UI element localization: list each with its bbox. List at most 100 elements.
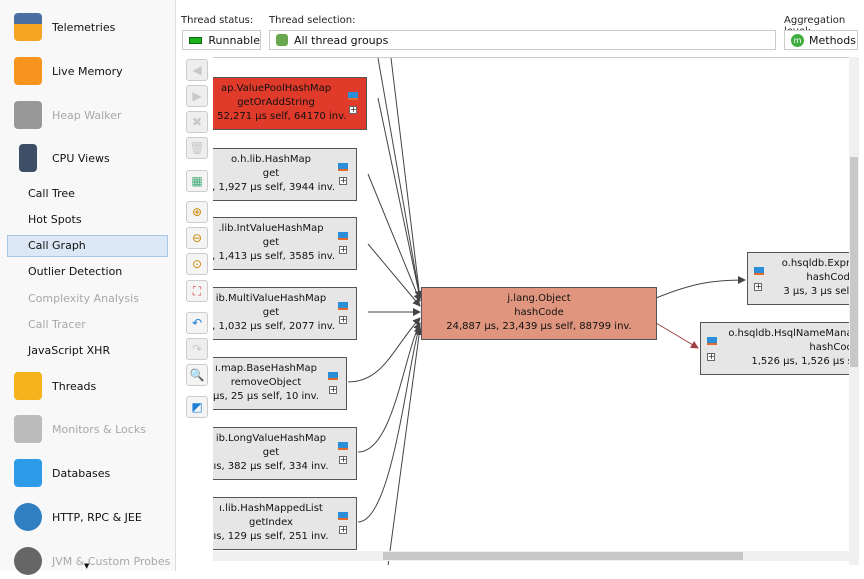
redo-icon[interactable]: ↷ — [186, 338, 208, 360]
graph-node[interactable]: j.lang.Object hashCode 24,887 µs, 23,439 µ… — [421, 287, 657, 340]
node-method: get — [262, 237, 280, 248]
sidebar-item-javascript-xhr[interactable]: JavaScript XHR — [7, 340, 168, 362]
navigate-node-icon[interactable] — [338, 232, 348, 240]
sidebar-item-databases[interactable]: Databases — [14, 455, 110, 491]
scroll-down-arrow-icon[interactable]: ▼ — [84, 562, 89, 570]
navigate-node-icon[interactable] — [338, 302, 348, 310]
sidebar-item-telemetries[interactable]: Telemetries — [14, 9, 115, 45]
graph-node[interactable]: o.h.lib.HashMap get s, 1,927 µs self, 3944… — [213, 148, 357, 201]
calculator-icon[interactable]: ▦ — [186, 170, 208, 192]
sidebar-item-live-memory[interactable]: Live Memory — [14, 53, 123, 89]
threads-spool-icon — [14, 372, 42, 400]
node-method: getIndex — [249, 517, 293, 528]
node-class: ib.MultiValueHashMap — [215, 293, 327, 304]
graph-node[interactable]: o.hsqldb.Expre hashCode 3 µs, 3 µs self, + — [747, 252, 849, 305]
call-graph-canvas[interactable]: ap.ValuePoolHashMap getOrAddString s, 52,2… — [213, 57, 849, 565]
navigate-node-icon[interactable] — [338, 163, 348, 171]
expand-node-icon[interactable]: + — [349, 106, 357, 114]
zoom-100-icon[interactable]: ⊙ — [186, 253, 208, 275]
sidebar-item-hot-spots[interactable]: Hot Spots — [7, 209, 168, 231]
database-icon — [14, 459, 42, 487]
node-stats: ıs, 129 µs self, 251 inv. — [213, 531, 329, 542]
telemetries-icon — [14, 13, 42, 41]
sidebar-item-monitors-locks[interactable]: Monitors & Locks — [14, 411, 146, 447]
graph-node[interactable]: o.hsqldb.HsqlNameManag hashCode 1,526 µs, … — [700, 322, 849, 375]
remove-node-icon[interactable]: ✖ — [186, 111, 208, 133]
live-memory-icon — [14, 57, 42, 85]
expand-node-icon[interactable]: + — [339, 316, 347, 324]
thread-groups-icon — [276, 34, 288, 46]
graph-node[interactable]: ap.ValuePoolHashMap getOrAddString s, 52,2… — [213, 77, 367, 130]
node-class: ib.LongValueHashMap — [215, 433, 327, 444]
vertical-scrollbar[interactable] — [849, 57, 859, 565]
graph-node[interactable]: ı.map.BaseHashMap removeObject µs, 25 µs s… — [213, 357, 347, 410]
sidebar-item-http-rpc-jee[interactable]: HTTP, RPC & JEE — [14, 499, 142, 535]
node-class: ap.ValuePoolHashMap — [220, 83, 332, 94]
sidebar-item-cpu-views[interactable]: CPU Views — [14, 140, 110, 176]
edge — [390, 58, 424, 299]
sidebar-item-jvm-custom-probes[interactable]: JVM & Custom Probes — [14, 543, 170, 579]
sidebar-item-heap-walker[interactable]: Heap Walker — [14, 97, 122, 133]
node-stats: 3 µs, 3 µs self, — [783, 286, 849, 297]
node-stats: s, 1,413 µs self, 3585 inv. — [213, 251, 336, 262]
navigate-node-icon[interactable] — [328, 372, 338, 380]
thread-status-dropdown[interactable]: Runnable — [182, 30, 261, 50]
expand-node-icon[interactable]: + — [339, 456, 347, 464]
expand-node-icon[interactable]: + — [329, 386, 337, 394]
node-class: o.hsqldb.Expre — [781, 258, 849, 269]
navigate-node-icon[interactable] — [707, 337, 717, 345]
find-icon[interactable]: 🔍 — [186, 364, 208, 386]
cpu-chip-icon — [19, 144, 37, 172]
node-stats: 24,887 µs, 23,439 µs self, 88799 inv. — [446, 321, 632, 332]
edge — [357, 322, 421, 453]
graph-node[interactable]: ib.LongValueHashMap get ıs, 382 µs self, 3… — [213, 427, 357, 480]
zoom-out-icon[interactable]: ⊖ — [186, 227, 208, 249]
expand-node-icon[interactable]: + — [339, 177, 347, 185]
fit-to-window-icon[interactable]: ⛶ — [186, 280, 208, 302]
edge — [655, 322, 699, 349]
sidebar-item-call-tracer[interactable]: Call Tracer — [7, 314, 168, 336]
navigate-node-icon[interactable] — [754, 267, 764, 275]
navigate-node-icon[interactable] — [348, 92, 358, 100]
node-stats: s, 52,271 µs self, 64170 inv. — [213, 111, 347, 122]
back-icon[interactable]: ◀ — [186, 59, 208, 81]
horizontal-scrollbar[interactable] — [213, 551, 849, 561]
node-method: hashCode — [809, 342, 849, 353]
thread-selection-value: All thread groups — [294, 33, 389, 47]
node-stats: ıs, 382 µs self, 334 inv. — [213, 461, 329, 472]
thread-status-label: Thread status: — [181, 15, 254, 26]
forward-icon[interactable]: ▶ — [186, 85, 208, 107]
horizontal-scroll-thumb[interactable] — [383, 552, 743, 560]
edge — [655, 276, 746, 299]
runnable-status-icon — [189, 36, 203, 44]
navigate-node-icon[interactable] — [338, 512, 348, 520]
zoom-in-icon[interactable]: ⊕ — [186, 201, 208, 223]
edge — [347, 317, 421, 383]
node-class: .lib.IntValueHashMap — [218, 223, 324, 234]
node-class: o.h.lib.HashMap — [230, 154, 312, 165]
expand-node-icon[interactable]: + — [339, 526, 347, 534]
graph-node[interactable]: .lib.IntValueHashMap get s, 1,413 µs self,… — [213, 217, 357, 270]
navigate-node-icon[interactable] — [338, 442, 348, 450]
sidebar-item-call-graph[interactable]: Call Graph — [7, 235, 168, 257]
expand-node-icon[interactable]: + — [339, 246, 347, 254]
delete-icon[interactable]: 🗑 — [186, 137, 208, 159]
expand-node-icon[interactable]: + — [754, 283, 762, 291]
sidebar: Telemetries Live Memory Heap Walker CPU … — [0, 0, 176, 575]
expand-graph-icon[interactable]: ◩ — [186, 396, 208, 418]
sidebar-item-threads[interactable]: Threads — [14, 368, 96, 404]
node-method: get — [262, 307, 280, 318]
node-method: get — [262, 168, 280, 179]
node-stats: s, 1,927 µs self, 3944 inv. — [213, 182, 336, 193]
graph-node[interactable]: ı.lib.HashMappedList getIndex ıs, 129 µs s… — [213, 497, 357, 550]
sidebar-item-outlier-detection[interactable]: Outlier Detection — [7, 261, 168, 283]
expand-node-icon[interactable]: + — [707, 353, 715, 361]
aggregation-level-dropdown[interactable]: m Methods — [784, 30, 858, 50]
undo-icon[interactable]: ↶ — [186, 312, 208, 334]
sidebar-item-call-tree[interactable]: Call Tree — [7, 183, 168, 205]
thread-selection-dropdown[interactable]: All thread groups — [269, 30, 776, 50]
vertical-scroll-thumb[interactable] — [850, 157, 858, 367]
label: Heap Walker — [52, 108, 122, 122]
graph-node[interactable]: ib.MultiValueHashMap get s, 1,032 µs self,… — [213, 287, 357, 340]
sidebar-item-complexity-analysis[interactable]: Complexity Analysis — [7, 288, 168, 310]
